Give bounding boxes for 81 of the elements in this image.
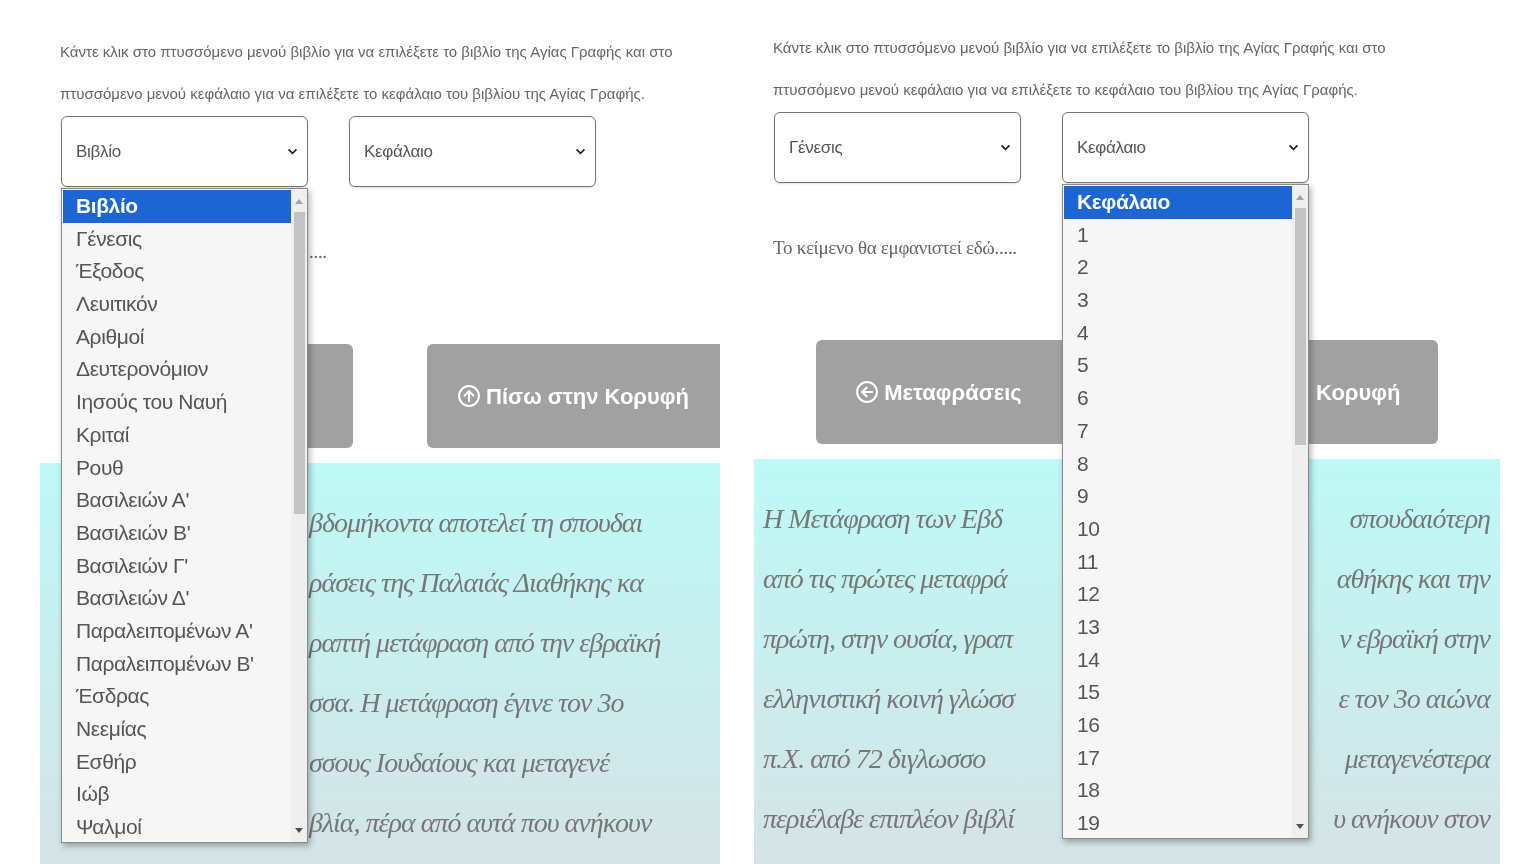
chapter-select[interactable]: Κεφάλαιο	[349, 116, 596, 187]
dropdown-option[interactable]: 8	[1064, 447, 1292, 481]
dropdown-option[interactable]: 10	[1064, 512, 1292, 546]
dropdown-option[interactable]: Ιώβ	[63, 778, 291, 812]
passage-text: περιέλαβε επιπλέον βιβλί	[763, 802, 1015, 836]
dropdown-option[interactable]: 15	[1064, 676, 1292, 709]
dropdown-option[interactable]: 4	[1064, 316, 1292, 350]
scrollbar[interactable]	[291, 190, 307, 842]
chevron-down-icon	[1288, 144, 1299, 151]
dropdown-option[interactable]: Νεεμίας	[63, 713, 291, 746]
dropdown-option[interactable]: Γένεσις	[63, 222, 291, 256]
dropdown-option[interactable]: Λευιτικόν	[63, 288, 291, 321]
passage-text: π.Χ. από 72 διγλωσσο	[763, 742, 986, 776]
passage-text: σσους Ιουδαίους και μεταγενέ	[309, 746, 609, 780]
dropdown-option[interactable]: 2	[1064, 251, 1292, 285]
dropdown-option[interactable]: 5	[1064, 349, 1292, 383]
instruction-text: Κάντε κλικ στο πτυσσόμενο μενού βιβλίο για να επιλέξετε το βιβλίο της Αγίας Γραφής και στο πτυσσόμενο μενού κεφάλαιο για να επιλέξετε το κεφάλαιο του βιβλίου της Αγίας Γραφής.	[60, 42, 674, 104]
scrollbar-thumb[interactable]	[293, 212, 305, 514]
dropdown-option[interactable]: 1	[1064, 218, 1292, 252]
dropdown-option[interactable]: 18	[1064, 774, 1292, 808]
passage-text: βδομήκοντα αποτελεί τη σπουδαι	[309, 506, 643, 540]
dropdown-option[interactable]: 16	[1064, 709, 1292, 742]
dropdown-option[interactable]: Έξοδος	[63, 255, 291, 289]
chevron-down-icon	[287, 148, 298, 155]
dropdown-option[interactable]: Βασιλειών Γ'	[63, 549, 291, 583]
chapter-select[interactable]: Κεφάλαιο	[1062, 112, 1309, 183]
arrow-up-circle-icon	[458, 385, 481, 407]
passage-text: ν εβραϊκή στην	[1339, 622, 1490, 656]
dropdown-option[interactable]: Εσθήρ	[63, 745, 291, 779]
chevron-down-icon	[1000, 144, 1011, 151]
scrollbar[interactable]	[1292, 186, 1308, 838]
chevron-down-icon	[575, 148, 586, 155]
dropdown-option[interactable]: Δευτερονόμιον	[63, 353, 291, 387]
dropdown-option[interactable]: 7	[1064, 414, 1292, 448]
scroll-down-icon	[295, 828, 303, 833]
passage-text: πρώτη, στην ουσία, γραπ	[763, 622, 1013, 656]
dropdown-option[interactable]: Ιησούς του Ναυή	[63, 386, 291, 419]
dropdown-option[interactable]: Βιβλίο	[63, 190, 291, 223]
dropdown-option[interactable]: Αριθμοί	[63, 320, 291, 354]
passage-text: ε τον 3ο αιώνα	[1338, 682, 1490, 716]
passage-text: σπουδαιότερη	[1349, 502, 1490, 536]
passage-text: ράσεις της Παλαιάς Διαθήκης κα	[309, 566, 643, 600]
passage-text: αθήκης και την	[1336, 562, 1490, 596]
output-text: Το κείμενο θα εμφανιστεί εδώ.....	[773, 237, 1017, 258]
dropdown-option[interactable]: Ψαλμοί	[63, 811, 291, 844]
dropdown-option[interactable]: 13	[1064, 610, 1292, 644]
passage-text: ραπτή μετάφραση από την εβραϊκή	[309, 626, 661, 660]
dropdown-option[interactable]: Κεφάλαιο	[1064, 186, 1292, 219]
passage-text: σσα. Η μετάφραση έγινε τον 3ο	[309, 686, 624, 720]
scroll-up-icon	[1296, 195, 1304, 200]
dropdown-option[interactable]: 3	[1064, 284, 1292, 317]
dropdown-option[interactable]: Ρουθ	[63, 451, 291, 485]
dropdown-option[interactable]: Βασιλειών Δ'	[63, 582, 291, 615]
scroll-up-icon	[295, 199, 303, 204]
dropdown-option[interactable]: 19	[1064, 807, 1292, 840]
dropdown-option[interactable]: Παραλειπομένων Α'	[63, 614, 291, 648]
dropdown-option[interactable]: Έσδρας	[63, 680, 291, 713]
dropdown-option[interactable]: Βασιλειών Β'	[63, 516, 291, 550]
book-select[interactable]: Βιβλίο	[61, 116, 308, 187]
dropdown-option[interactable]: Βασιλειών Α'	[63, 484, 291, 517]
passage-text: ελληνιστική κοινή γλώσσ	[763, 682, 1015, 716]
dropdown-option[interactable]: 12	[1064, 578, 1292, 611]
instruction-text: Κάντε κλικ στο πτυσσόμενο μενού βιβλίο για να επιλέξετε το βιβλίο της Αγίας Γραφής και στο πτυσσόμενο μενού κεφάλαιο για να επιλέξετε το κεφάλαιο του βιβλίου της Αγίας Γραφής.	[773, 38, 1387, 100]
dropdown-option[interactable]: 11	[1064, 545, 1292, 579]
passage-text: από τις πρώτες μεταφρά	[763, 562, 1007, 596]
book-select[interactable]: Γένεσις	[774, 112, 1021, 183]
scrollbar-thumb[interactable]	[1294, 208, 1306, 445]
dropdown-option[interactable]: 14	[1064, 643, 1292, 677]
scroll-down-icon	[1296, 824, 1304, 829]
dropdown-option[interactable]: 17	[1064, 741, 1292, 775]
passage-text: υ ανήκουν στον	[1333, 802, 1490, 836]
partial-button[interactable]	[308, 344, 353, 448]
arrow-left-circle-icon	[856, 381, 879, 403]
dropdown-option[interactable]: 6	[1064, 382, 1292, 415]
passage-text: μεταγενέστερα	[1344, 742, 1490, 776]
dropdown-option[interactable]: Παραλειπομένων Β'	[63, 647, 291, 681]
passage-text: βλία, πέρα από αυτά που ανήκουν	[309, 806, 652, 840]
output-text: ....	[309, 241, 327, 262]
dropdown-option[interactable]: Κριταί	[63, 418, 291, 452]
dropdown-option[interactable]: 9	[1064, 480, 1292, 513]
passage-text: Η Μετάφραση των Εβδ	[763, 502, 1002, 536]
